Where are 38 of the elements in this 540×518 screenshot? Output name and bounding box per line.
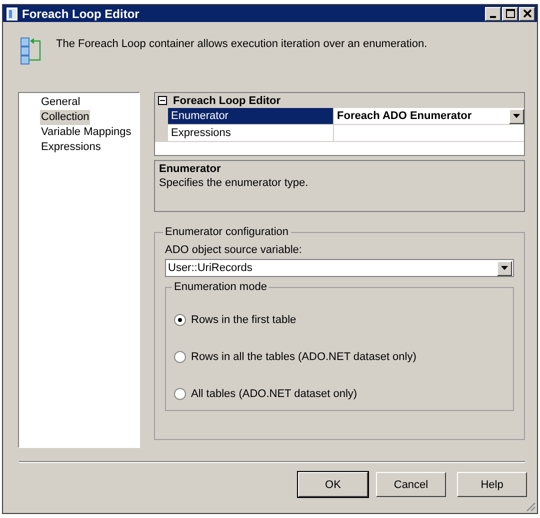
dialog-button[interactable]: Cancel	[376, 472, 446, 497]
radio-button[interactable]	[174, 350, 186, 362]
resize-grip-icon[interactable]	[525, 501, 536, 512]
dropdown-button[interactable]	[509, 108, 524, 124]
property-value: Foreach ADO Enumerator	[337, 110, 473, 122]
minimize-icon	[490, 16, 496, 18]
radio-label: All tables (ADO.NET dataset only)	[191, 388, 358, 400]
dialog-button[interactable]: Help	[457, 472, 527, 497]
property-name[interactable]: Expressions	[168, 125, 334, 141]
description-text: The Foreach Loop container allows execution iteration over an enumeration.	[56, 38, 428, 50]
property-name[interactable]: Enumerator	[168, 108, 334, 124]
close-icon	[522, 9, 532, 18]
minimize-button[interactable]	[485, 6, 501, 20]
help-title: Enumerator	[159, 163, 222, 175]
window-icon	[6, 6, 18, 20]
caret-icon	[513, 114, 520, 118]
caret-icon	[501, 266, 508, 270]
variable-dropdown[interactable]: User::UriRecords	[165, 259, 514, 277]
loop-container-icon	[20, 37, 42, 65]
window-title: Foreach Loop Editor	[22, 6, 140, 20]
sidebar-item[interactable]: General	[40, 95, 82, 110]
sidebar-item[interactable]: Variable Mappings	[40, 125, 132, 140]
radio-button[interactable]	[174, 314, 186, 326]
help-text: Specifies the enumerator type.	[159, 177, 310, 189]
maximize-icon	[506, 9, 514, 18]
radio-button[interactable]	[174, 388, 186, 400]
group-title: Enumerator configuration	[164, 226, 290, 238]
maximize-button[interactable]	[502, 6, 518, 20]
category-title: Foreach Loop Editor	[173, 94, 281, 106]
field-label: ADO object source variable:	[165, 244, 303, 256]
dialog-button[interactable]: OK	[298, 472, 368, 497]
close-button[interactable]	[519, 6, 535, 20]
radio-label: Rows in the first table	[191, 314, 296, 326]
sidebar-item[interactable]: Expressions	[40, 140, 102, 155]
collapse-icon[interactable]	[158, 96, 167, 105]
group-title: Enumeration mode	[173, 281, 268, 293]
radio-label: Rows in all the tables (ADO.NET dataset only)	[191, 350, 416, 362]
sidebar-item[interactable]: Collection	[40, 110, 90, 125]
